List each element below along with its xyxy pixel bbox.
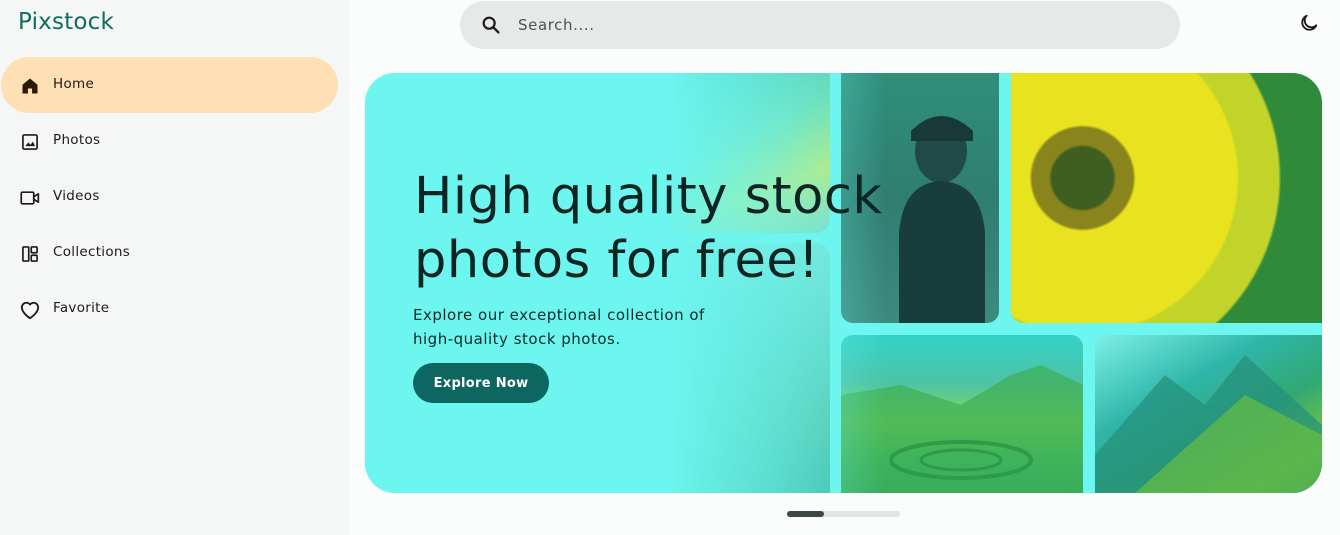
search-input[interactable] (518, 13, 1138, 37)
sidebar-item-label: Home (53, 76, 95, 92)
moon-icon (1298, 12, 1320, 38)
hero-image-mountains (1095, 335, 1322, 493)
carousel-indicator[interactable] (787, 511, 900, 517)
app-logo[interactable]: Pixstock (18, 9, 114, 35)
sidebar-item-label: Favorite (53, 300, 110, 316)
video-icon (19, 187, 41, 209)
explore-now-button[interactable]: Explore Now (413, 363, 549, 403)
home-icon (19, 75, 41, 97)
sidebar-nav: Home Photos Videos Collections Favorite (0, 57, 349, 337)
image-icon (19, 131, 41, 153)
sidebar-item-photos[interactable]: Photos (1, 113, 338, 169)
sidebar-item-label: Collections (53, 244, 131, 260)
carousel-indicator-fill (787, 511, 825, 517)
hero-image-sunflower (1011, 73, 1322, 323)
theme-toggle-button[interactable] (1297, 13, 1321, 37)
sidebar-item-label: Photos (53, 132, 101, 148)
hero-banner: High quality stock photos for free! Expl… (365, 73, 1322, 493)
hero-title: High quality stock photos for free! (414, 167, 883, 290)
search-bar[interactable] (460, 1, 1180, 49)
sidebar-item-videos[interactable]: Videos (1, 169, 338, 225)
heart-icon (19, 299, 41, 321)
collections-icon (19, 243, 41, 265)
sidebar-item-label: Videos (53, 188, 100, 204)
hero-subtitle: Explore our exceptional collection of hi… (413, 306, 705, 348)
search-icon[interactable] (480, 14, 502, 36)
sidebar-item-favorite[interactable]: Favorite (1, 281, 338, 337)
sidebar: Pixstock Home Photos Videos Collections (0, 0, 349, 535)
sidebar-item-home[interactable]: Home (1, 57, 338, 113)
sidebar-item-collections[interactable]: Collections (1, 225, 338, 281)
